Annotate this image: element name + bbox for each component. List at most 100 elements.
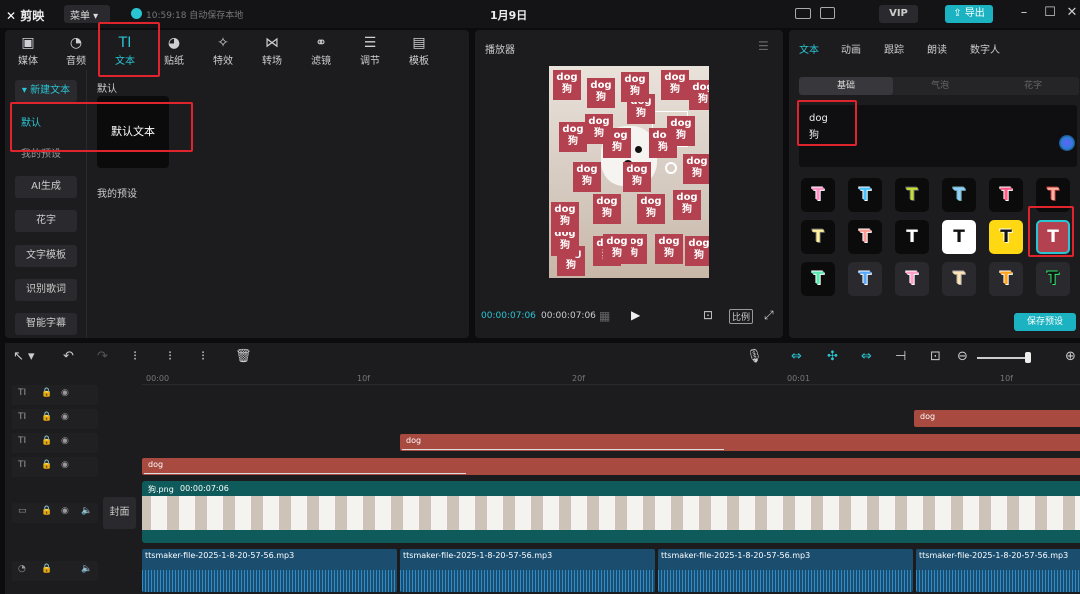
magnet-snap-icon[interactable]: ⇔ <box>791 349 802 364</box>
tab-adjust[interactable]: ☰ 调节 <box>347 32 393 67</box>
crop-icon[interactable]: ⊡ <box>930 349 941 364</box>
audio-clip[interactable]: ttsmaker-file-2025-1-8-20-57-56.mp3 <box>658 549 913 592</box>
tab-audio[interactable]: ◔ 音频 <box>53 32 99 67</box>
dog-text-sticker[interactable]: dog狗 <box>587 78 615 108</box>
close-icon[interactable]: ✕ <box>1063 5 1080 20</box>
maximize-icon[interactable]: ☐ <box>1041 5 1059 20</box>
sidebar-item-ai-generate[interactable]: AI生成 <box>15 176 77 198</box>
text-track-header: TI 🔒 ◉ <box>12 385 98 405</box>
dog-text-sticker[interactable]: dog狗 <box>621 72 649 102</box>
dog-text-sticker[interactable]: dog狗 <box>667 116 695 146</box>
zoom-out-icon[interactable]: ⊖ <box>957 349 968 364</box>
sidebar-item-lyrics[interactable]: 识别歌词 <box>15 279 77 301</box>
video-preview[interactable]: dog狗dog狗dog狗dog狗dog狗dog狗dog狗dog狗dog狗dog狗… <box>549 66 709 278</box>
text-style-preset[interactable]: T <box>1036 262 1070 296</box>
text-style-preset[interactable]: T <box>942 178 976 212</box>
vip-button[interactable]: VIP <box>879 5 918 23</box>
audio-clip[interactable]: ttsmaker-file-2025-1-8-20-57-56.mp3 <box>400 549 655 592</box>
tab-digital-human[interactable]: 数字人 <box>970 41 1000 56</box>
split-screen-icon[interactable]: ⊣ <box>895 349 906 364</box>
text-style-preset[interactable]: T <box>989 178 1023 212</box>
split-icon[interactable]: ⁝ <box>133 349 137 364</box>
play-icon[interactable]: ▶ <box>631 308 640 322</box>
text-style-preset[interactable]: T <box>801 220 835 254</box>
text-style-preset[interactable]: T <box>989 262 1023 296</box>
dog-text-sticker[interactable]: dog狗 <box>593 194 621 224</box>
text-style-preset[interactable]: T <box>801 178 835 212</box>
text-style-preset[interactable]: T <box>942 220 976 254</box>
trim-left-icon[interactable]: ⁝ <box>168 349 172 364</box>
undo-icon[interactable]: ↶ <box>63 349 74 364</box>
audio-clip[interactable]: ttsmaker-file-2025-1-8-20-57-56.mp3 <box>916 549 1080 592</box>
tab-template[interactable]: ▤ 模板 <box>396 32 442 67</box>
preview-axis-icon[interactable]: ⇔ <box>861 349 872 364</box>
video-clip[interactable]: 狗.png 00:00:07:06 <box>142 481 1080 543</box>
fullscreen-icon[interactable]: ⤢ <box>764 308 774 323</box>
link-icon[interactable]: ✣ <box>827 349 838 364</box>
dog-text-sticker[interactable]: dog狗 <box>623 162 651 192</box>
sticker-text: 狗 <box>664 248 674 259</box>
trim-right-icon[interactable]: ⁝ <box>201 349 205 364</box>
dog-text-sticker[interactable]: dog狗 <box>585 114 613 144</box>
sidebar-item-text-template[interactable]: 文字模板 <box>15 245 77 267</box>
save-preset-button[interactable]: 保存预设 <box>1014 313 1076 331</box>
text-style-preset[interactable]: T <box>801 262 835 296</box>
tab-read-aloud[interactable]: 朗读 <box>927 41 947 56</box>
tab-text-inspector[interactable]: 文本 <box>799 41 819 56</box>
sub-tab-fancy[interactable]: 花字 <box>987 77 1079 95</box>
tab-media[interactable]: ▣ 媒体 <box>5 32 51 67</box>
ratio-button[interactable]: 比例 <box>729 309 754 324</box>
dog-text-sticker[interactable]: dog狗 <box>685 236 709 266</box>
grid-icon[interactable]: ▦ <box>599 309 610 323</box>
tab-filter[interactable]: ⚭ 滤镜 <box>298 32 344 67</box>
redo-icon[interactable]: ↷ <box>97 349 108 364</box>
dog-text-sticker[interactable]: dog狗 <box>553 70 581 100</box>
select-tool-icon[interactable]: ↖ ▾ <box>13 349 35 364</box>
audio-clip[interactable]: ttsmaker-file-2025-1-8-20-57-56.mp3 <box>142 549 397 592</box>
player-menu-icon[interactable]: ☰ <box>758 39 769 53</box>
menu-button[interactable]: 菜单 ▾ <box>64 5 110 23</box>
text-style-preset[interactable]: T <box>895 178 929 212</box>
video-clip-name: 狗.png <box>148 485 174 494</box>
delete-icon[interactable]: 🗑 <box>235 349 252 364</box>
dog-text-sticker[interactable]: dog狗 <box>661 70 689 100</box>
sub-tab-bubble[interactable]: 气泡 <box>893 77 987 95</box>
keyboard-shortcut-icon[interactable] <box>795 8 811 19</box>
zoom-slider[interactable] <box>977 357 1029 359</box>
text-style-preset[interactable]: T <box>848 220 882 254</box>
sidebar-item-fancy-text[interactable]: 花字 <box>15 210 77 232</box>
text-clip[interactable]: dog <box>914 410 1080 427</box>
text-style-preset[interactable]: T <box>895 262 929 296</box>
tab-effects[interactable]: ✧ 特效 <box>200 32 246 67</box>
dog-text-sticker[interactable]: dog狗 <box>683 154 709 184</box>
dog-text-sticker[interactable]: dog狗 <box>655 234 683 264</box>
tab-transition[interactable]: ⋈ 转场 <box>249 32 295 67</box>
text-style-preset[interactable]: T <box>989 220 1023 254</box>
dog-text-sticker[interactable]: dog狗 <box>689 80 709 110</box>
dog-text-sticker[interactable]: dog狗 <box>673 190 701 220</box>
dog-text-sticker[interactable]: dog狗 <box>559 122 587 152</box>
dog-text-sticker[interactable]: dog狗 <box>551 202 579 232</box>
tab-tracking[interactable]: 跟踪 <box>884 41 904 56</box>
dog-text-sticker[interactable]: dog狗 <box>573 162 601 192</box>
microphone-icon[interactable]: 🎙 <box>746 349 763 364</box>
rotate-handle-icon[interactable] <box>665 162 677 174</box>
tab-animation[interactable]: 动画 <box>841 41 861 56</box>
ai-assist-icon[interactable] <box>1059 135 1075 151</box>
text-style-preset[interactable]: T <box>895 220 929 254</box>
sidebar-item-smart-subtitle[interactable]: 智能字幕 <box>15 313 77 335</box>
minimize-icon[interactable]: – <box>1015 5 1033 20</box>
text-style-preset[interactable]: T <box>942 262 976 296</box>
zoom-slider-thumb[interactable] <box>1025 352 1031 363</box>
layout-icon[interactable] <box>820 7 835 19</box>
zoom-in-icon[interactable]: ⊕ <box>1065 349 1076 364</box>
sub-tab-basic[interactable]: 基础 <box>799 77 893 95</box>
export-button[interactable]: ⇪ 导出 <box>945 5 993 23</box>
dog-text-sticker[interactable]: dog狗 <box>603 234 631 264</box>
text-style-preset[interactable]: T <box>848 262 882 296</box>
fit-screen-icon[interactable]: ⊡ <box>703 308 713 322</box>
dog-text-sticker[interactable]: dog狗 <box>637 194 665 224</box>
cover-button[interactable]: 封面 <box>103 497 136 529</box>
text-style-preset[interactable]: T <box>848 178 882 212</box>
sidebar-item-new-text[interactable]: ▾ 新建文本 <box>15 80 77 102</box>
